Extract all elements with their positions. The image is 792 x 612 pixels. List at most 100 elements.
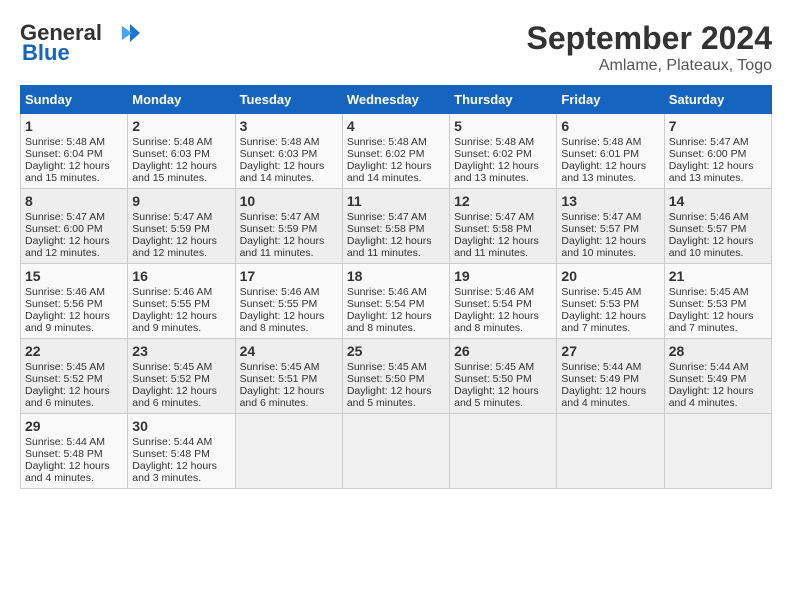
sunrise-label: Sunrise: 5:48 AM (132, 136, 212, 148)
sunrise-label: Sunrise: 5:45 AM (669, 286, 749, 298)
day-number: 20 (561, 268, 659, 284)
day-number: 24 (240, 343, 338, 359)
table-row: 2Sunrise: 5:48 AMSunset: 6:03 PMDaylight… (128, 114, 235, 189)
daylight-label: Daylight: 12 hours and 4 minutes. (25, 460, 110, 484)
daylight-label: Daylight: 12 hours and 15 minutes. (132, 160, 217, 184)
sunset-label: Sunset: 5:59 PM (132, 223, 210, 235)
col-saturday: Saturday (664, 86, 771, 114)
daylight-label: Daylight: 12 hours and 8 minutes. (240, 310, 325, 334)
daylight-label: Daylight: 12 hours and 10 minutes. (669, 235, 754, 259)
sunset-label: Sunset: 5:59 PM (240, 223, 318, 235)
sunset-label: Sunset: 5:57 PM (561, 223, 639, 235)
day-number: 23 (132, 343, 230, 359)
day-number: 22 (25, 343, 123, 359)
sunrise-label: Sunrise: 5:45 AM (454, 361, 534, 373)
table-row: 13 Sunrise: 5:47 AMSunset: 5:57 PMDayligh… (557, 189, 664, 264)
day-number: 15 (25, 268, 123, 284)
table-row: 11Sunrise: 5:47 AMSunset: 5:58 PMDayligh… (342, 189, 449, 264)
sunset-label: Sunset: 5:52 PM (25, 373, 103, 385)
day-number: 9 (132, 193, 230, 209)
sunrise-label: Sunrise: 5:48 AM (347, 136, 427, 148)
table-row: 26Sunrise: 5:45 AMSunset: 5:50 PMDayligh… (450, 339, 557, 414)
table-row (557, 414, 664, 489)
daylight-label: Daylight: 12 hours and 13 minutes. (454, 160, 539, 184)
daylight-label: Daylight: 12 hours and 6 minutes. (25, 385, 110, 409)
sunrise-label: Sunrise: 5:44 AM (25, 436, 105, 448)
day-number: 12 (454, 193, 552, 209)
table-row: 15Sunrise: 5:46 AMSunset: 5:56 PMDayligh… (21, 264, 128, 339)
sunset-label: Sunset: 5:58 PM (454, 223, 532, 235)
daylight-label: Daylight: 12 hours and 12 minutes. (132, 235, 217, 259)
sunrise-label: Sunrise: 5:47 AM (669, 136, 749, 148)
daylight-label: Daylight: 12 hours and 4 minutes. (669, 385, 754, 409)
table-row: 23 Sunrise: 5:45 AMSunset: 5:52 PMDayligh… (128, 339, 235, 414)
sunrise-label: Sunrise: 5:45 AM (561, 286, 641, 298)
sunset-label: Sunset: 5:53 PM (669, 298, 747, 310)
table-row (664, 414, 771, 489)
calendar-subtitle: Amlame, Plateaux, Togo (527, 57, 772, 75)
daylight-label: Daylight: 12 hours and 5 minutes. (347, 385, 432, 409)
table-row: 12Sunrise: 5:47 AMSunset: 5:58 PMDayligh… (450, 189, 557, 264)
sunset-label: Sunset: 5:52 PM (132, 373, 210, 385)
col-thursday: Thursday (450, 86, 557, 114)
sunrise-label: Sunrise: 5:48 AM (240, 136, 320, 148)
daylight-label: Daylight: 12 hours and 7 minutes. (669, 310, 754, 334)
sunrise-label: Sunrise: 5:46 AM (669, 211, 749, 223)
daylight-label: Daylight: 12 hours and 3 minutes. (132, 460, 217, 484)
daylight-label: Daylight: 12 hours and 11 minutes. (454, 235, 539, 259)
col-wednesday: Wednesday (342, 86, 449, 114)
logo-blue: Blue (22, 40, 70, 66)
daylight-label: Daylight: 12 hours and 6 minutes. (132, 385, 217, 409)
calendar-table: Sunday Monday Tuesday Wednesday Thursday… (20, 85, 772, 489)
sunset-label: Sunset: 5:54 PM (454, 298, 532, 310)
daylight-label: Daylight: 12 hours and 14 minutes. (240, 160, 325, 184)
daylight-label: Daylight: 12 hours and 9 minutes. (132, 310, 217, 334)
table-row: 28Sunrise: 5:44 AMSunset: 5:49 PMDayligh… (664, 339, 771, 414)
sunset-label: Sunset: 5:55 PM (132, 298, 210, 310)
daylight-label: Daylight: 12 hours and 13 minutes. (561, 160, 646, 184)
day-number: 10 (240, 193, 338, 209)
sunset-label: Sunset: 6:03 PM (132, 148, 210, 160)
sunrise-label: Sunrise: 5:46 AM (25, 286, 105, 298)
table-row: 21Sunrise: 5:45 AMSunset: 5:53 PMDayligh… (664, 264, 771, 339)
col-monday: Monday (128, 86, 235, 114)
day-number: 17 (240, 268, 338, 284)
day-number: 11 (347, 193, 445, 209)
table-row: 24Sunrise: 5:45 AMSunset: 5:51 PMDayligh… (235, 339, 342, 414)
sunrise-label: Sunrise: 5:45 AM (132, 361, 212, 373)
sunrise-label: Sunrise: 5:45 AM (240, 361, 320, 373)
day-number: 8 (25, 193, 123, 209)
day-number: 16 (132, 268, 230, 284)
sunset-label: Sunset: 5:48 PM (132, 448, 210, 460)
sunset-label: Sunset: 5:48 PM (25, 448, 103, 460)
sunrise-label: Sunrise: 5:45 AM (347, 361, 427, 373)
table-row: 9 Sunrise: 5:47 AMSunset: 5:59 PMDaylight… (128, 189, 235, 264)
table-row: 17Sunrise: 5:46 AMSunset: 5:55 PMDayligh… (235, 264, 342, 339)
day-number: 28 (669, 343, 767, 359)
sunset-label: Sunset: 5:50 PM (347, 373, 425, 385)
sunset-label: Sunset: 5:49 PM (669, 373, 747, 385)
sunrise-label: Sunrise: 5:47 AM (25, 211, 105, 223)
table-row: 27Sunrise: 5:44 AMSunset: 5:49 PMDayligh… (557, 339, 664, 414)
day-number: 14 (669, 193, 767, 209)
table-row: 14Sunrise: 5:46 AMSunset: 5:57 PMDayligh… (664, 189, 771, 264)
daylight-label: Daylight: 12 hours and 14 minutes. (347, 160, 432, 184)
daylight-label: Daylight: 12 hours and 7 minutes. (561, 310, 646, 334)
sunrise-label: Sunrise: 5:47 AM (561, 211, 641, 223)
day-number: 29 (25, 418, 123, 434)
col-tuesday: Tuesday (235, 86, 342, 114)
sunset-label: Sunset: 5:56 PM (25, 298, 103, 310)
day-number: 25 (347, 343, 445, 359)
sunrise-label: Sunrise: 5:46 AM (240, 286, 320, 298)
table-row: 16Sunrise: 5:46 AMSunset: 5:55 PMDayligh… (128, 264, 235, 339)
day-number: 13 (561, 193, 659, 209)
sunrise-label: Sunrise: 5:44 AM (561, 361, 641, 373)
col-friday: Friday (557, 86, 664, 114)
day-number: 1 (25, 118, 123, 134)
table-row (235, 414, 342, 489)
daylight-label: Daylight: 12 hours and 10 minutes. (561, 235, 646, 259)
sunrise-label: Sunrise: 5:45 AM (25, 361, 105, 373)
daylight-label: Daylight: 12 hours and 4 minutes. (561, 385, 646, 409)
sunrise-label: Sunrise: 5:47 AM (132, 211, 212, 223)
sunrise-label: Sunrise: 5:46 AM (454, 286, 534, 298)
